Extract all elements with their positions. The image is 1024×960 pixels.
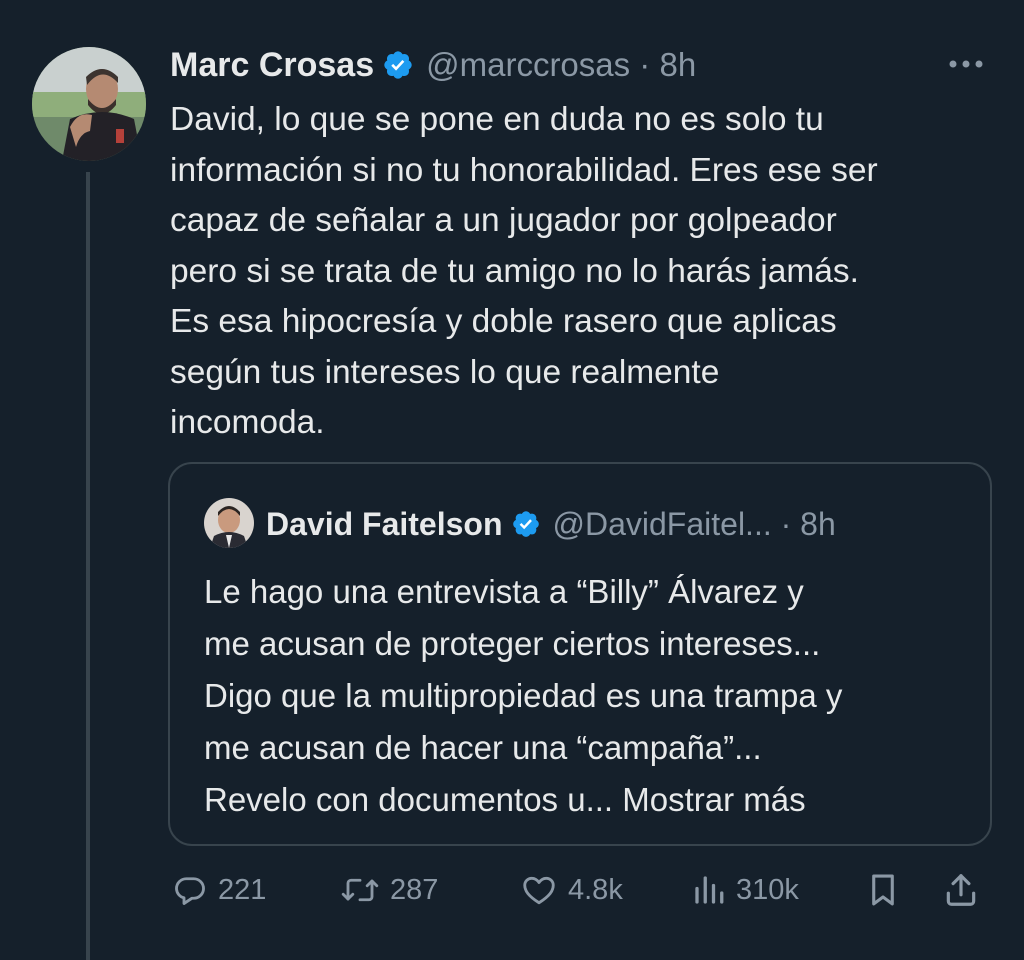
quoted-text: Le hago una entrevista a “Billy” Álvarez…	[204, 566, 974, 826]
quoted-text-line: me acusan de proteger ciertos intereses.…	[204, 625, 821, 662]
quoted-text-line: Digo que la multipropiedad es una trampa…	[204, 677, 843, 714]
views-count: 310k	[736, 873, 799, 906]
quoted-author-avatar[interactable]	[204, 498, 254, 548]
tweet-text-line: incomoda.	[170, 404, 325, 441]
thread-line	[86, 172, 90, 960]
tweet-text-line: capaz de señalar a un jugador por golpea…	[170, 202, 837, 239]
retweet-count: 287	[390, 873, 439, 906]
quoted-text-line[interactable]: Revelo con documentos u... Mostrar más	[204, 774, 974, 826]
action-bar: 221 287 4.8k 310k	[170, 862, 992, 918]
retweet-icon	[341, 878, 379, 902]
tweet-text-line: pero si se trata de tu amigo no lo harás…	[170, 252, 859, 290]
tweet-text-line: información si no tu honorabilidad. Eres…	[170, 151, 878, 189]
share-button[interactable]	[942, 862, 980, 918]
tweet-text-line: según tus intereses lo que realmente	[170, 353, 720, 391]
verified-badge-icon	[511, 509, 541, 539]
retweet-button[interactable]: 287	[340, 862, 438, 918]
quoted-author-name[interactable]: David Faitelson	[266, 506, 503, 543]
reply-count: 221	[218, 873, 267, 906]
views-button[interactable]: 310k	[692, 862, 799, 918]
author-name[interactable]: Marc Crosas	[170, 46, 374, 85]
quoted-text-line: me acusan de hacer una “campaña”...	[204, 729, 762, 766]
like-count: 4.8k	[568, 873, 623, 906]
author-avatar[interactable]	[32, 47, 146, 161]
author-handle-time[interactable]: @marccrosas · 8h	[426, 46, 696, 84]
bookmark-button[interactable]	[866, 862, 900, 918]
bookmark-icon	[872, 874, 894, 906]
tweet-text: David, lo que se pone en duda no es solo…	[170, 95, 1000, 449]
tweet-header: Marc Crosas @marccrosas · 8h	[170, 40, 696, 90]
heart-icon	[523, 876, 555, 905]
tweet-detail: Marc Crosas @marccrosas · 8h David, lo q…	[0, 0, 1024, 960]
quoted-header: David Faitelson @DavidFaitel... · 8h	[266, 502, 836, 546]
more-options-button[interactable]	[946, 52, 986, 76]
tweet-text-line: Es esa hipocresía y doble rasero que apl…	[170, 303, 837, 340]
reply-bubble-icon	[175, 877, 205, 905]
verified-badge-icon	[382, 49, 414, 81]
reply-button[interactable]: 221	[172, 862, 266, 918]
quoted-author-handle-time[interactable]: @DavidFaitel... · 8h	[553, 506, 836, 543]
views-bars-icon	[695, 876, 724, 904]
more-dots-icon	[949, 60, 983, 68]
like-button[interactable]: 4.8k	[520, 862, 623, 918]
quoted-tweet[interactable]: David Faitelson @DavidFaitel... · 8h Le …	[168, 462, 992, 846]
quoted-text-line: Le hago una entrevista a “Billy” Álvarez…	[204, 573, 804, 610]
share-icon	[946, 874, 976, 906]
tweet-text-line: David, lo que se pone en duda no es solo…	[170, 101, 824, 138]
